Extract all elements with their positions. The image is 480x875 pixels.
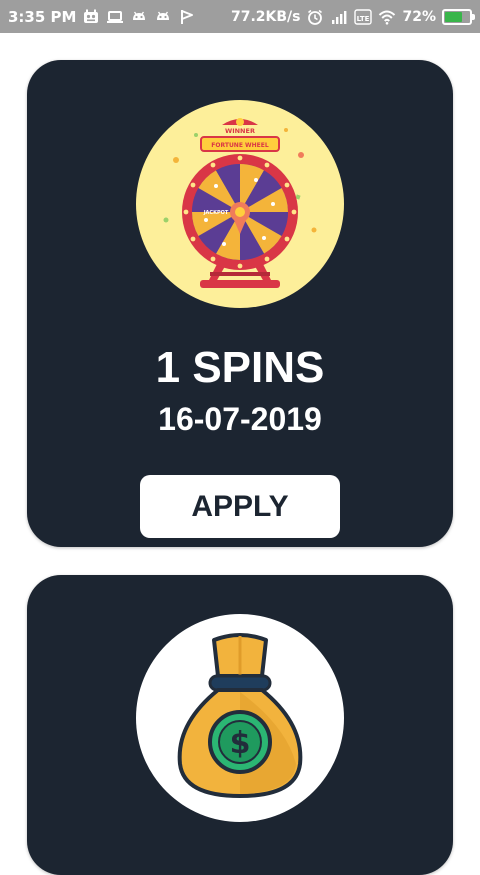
battery-fill xyxy=(445,11,462,22)
android-icon xyxy=(154,8,172,26)
battery-percent: 72% xyxy=(402,8,436,25)
svg-text:WINNER: WINNER xyxy=(225,127,255,135)
status-time: 3:35 PM xyxy=(8,7,77,26)
spins-count: 1 SPINS xyxy=(155,343,325,392)
svg-text:FORTUNE WHEEL: FORTUNE WHEEL xyxy=(211,142,269,149)
spins-date: 16-07-2019 xyxy=(158,401,322,437)
volte-icon: LTE xyxy=(354,8,373,26)
alarm-icon xyxy=(306,8,324,26)
svg-text:$: $ xyxy=(230,726,251,761)
svg-text:LTE: LTE xyxy=(357,15,370,23)
laptop-icon xyxy=(106,8,124,26)
money-bag-image: $ xyxy=(136,614,344,822)
notification-app-icon xyxy=(82,8,100,26)
money-card: $ xyxy=(27,575,453,875)
signal-icon xyxy=(330,8,348,26)
status-bar: 3:35 PM 77.2KB/s LTE 72% xyxy=(0,0,480,33)
battery-icon xyxy=(442,8,475,25)
spin-card: WINNER FORTUNE WHEEL JACKPOT 1 SPINS 16-… xyxy=(27,60,453,547)
android-icon xyxy=(130,8,148,26)
status-bar-right: 77.2KB/s LTE 72% xyxy=(230,8,475,26)
apply-button[interactable]: APPLY xyxy=(140,475,340,538)
svg-text:JACKPOT: JACKPOT xyxy=(203,210,229,216)
fortune-wheel-image: WINNER FORTUNE WHEEL JACKPOT xyxy=(136,100,344,308)
wifi-icon xyxy=(378,8,396,26)
status-bar-left: 3:35 PM xyxy=(8,8,196,26)
network-speed: 77.2KB/s xyxy=(230,8,301,25)
flag-icon xyxy=(178,8,196,26)
